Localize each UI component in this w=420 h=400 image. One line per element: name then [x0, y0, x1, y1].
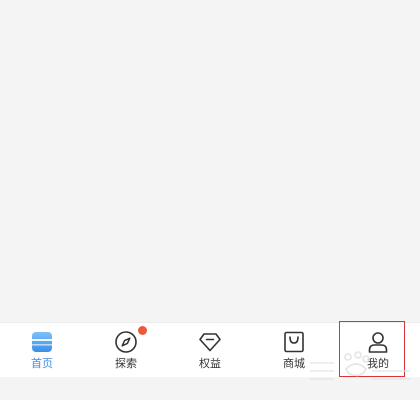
user-icon — [366, 330, 390, 354]
bottom-safe-area — [0, 377, 420, 400]
tab-mall[interactable]: 商城 — [252, 323, 336, 377]
home-icon — [30, 330, 54, 354]
compass-icon — [114, 326, 147, 354]
bottom-tab-bar: 首页 探索 权益 商城 我的 — [0, 322, 420, 377]
content-area — [0, 0, 420, 322]
tab-benefits-label: 权益 — [199, 357, 221, 370]
tab-benefits[interactable]: 权益 — [168, 323, 252, 377]
notification-badge — [138, 326, 147, 335]
tab-home[interactable]: 首页 — [0, 323, 84, 377]
tab-mine-label: 我的 — [367, 357, 389, 370]
shopping-bag-icon — [282, 330, 306, 354]
diamond-icon — [198, 330, 222, 354]
tab-home-label: 首页 — [31, 357, 53, 370]
tab-explore[interactable]: 探索 — [84, 323, 168, 377]
tab-mall-label: 商城 — [283, 357, 305, 370]
tab-explore-label: 探索 — [115, 357, 137, 370]
tab-mine[interactable]: 我的 — [336, 323, 420, 377]
